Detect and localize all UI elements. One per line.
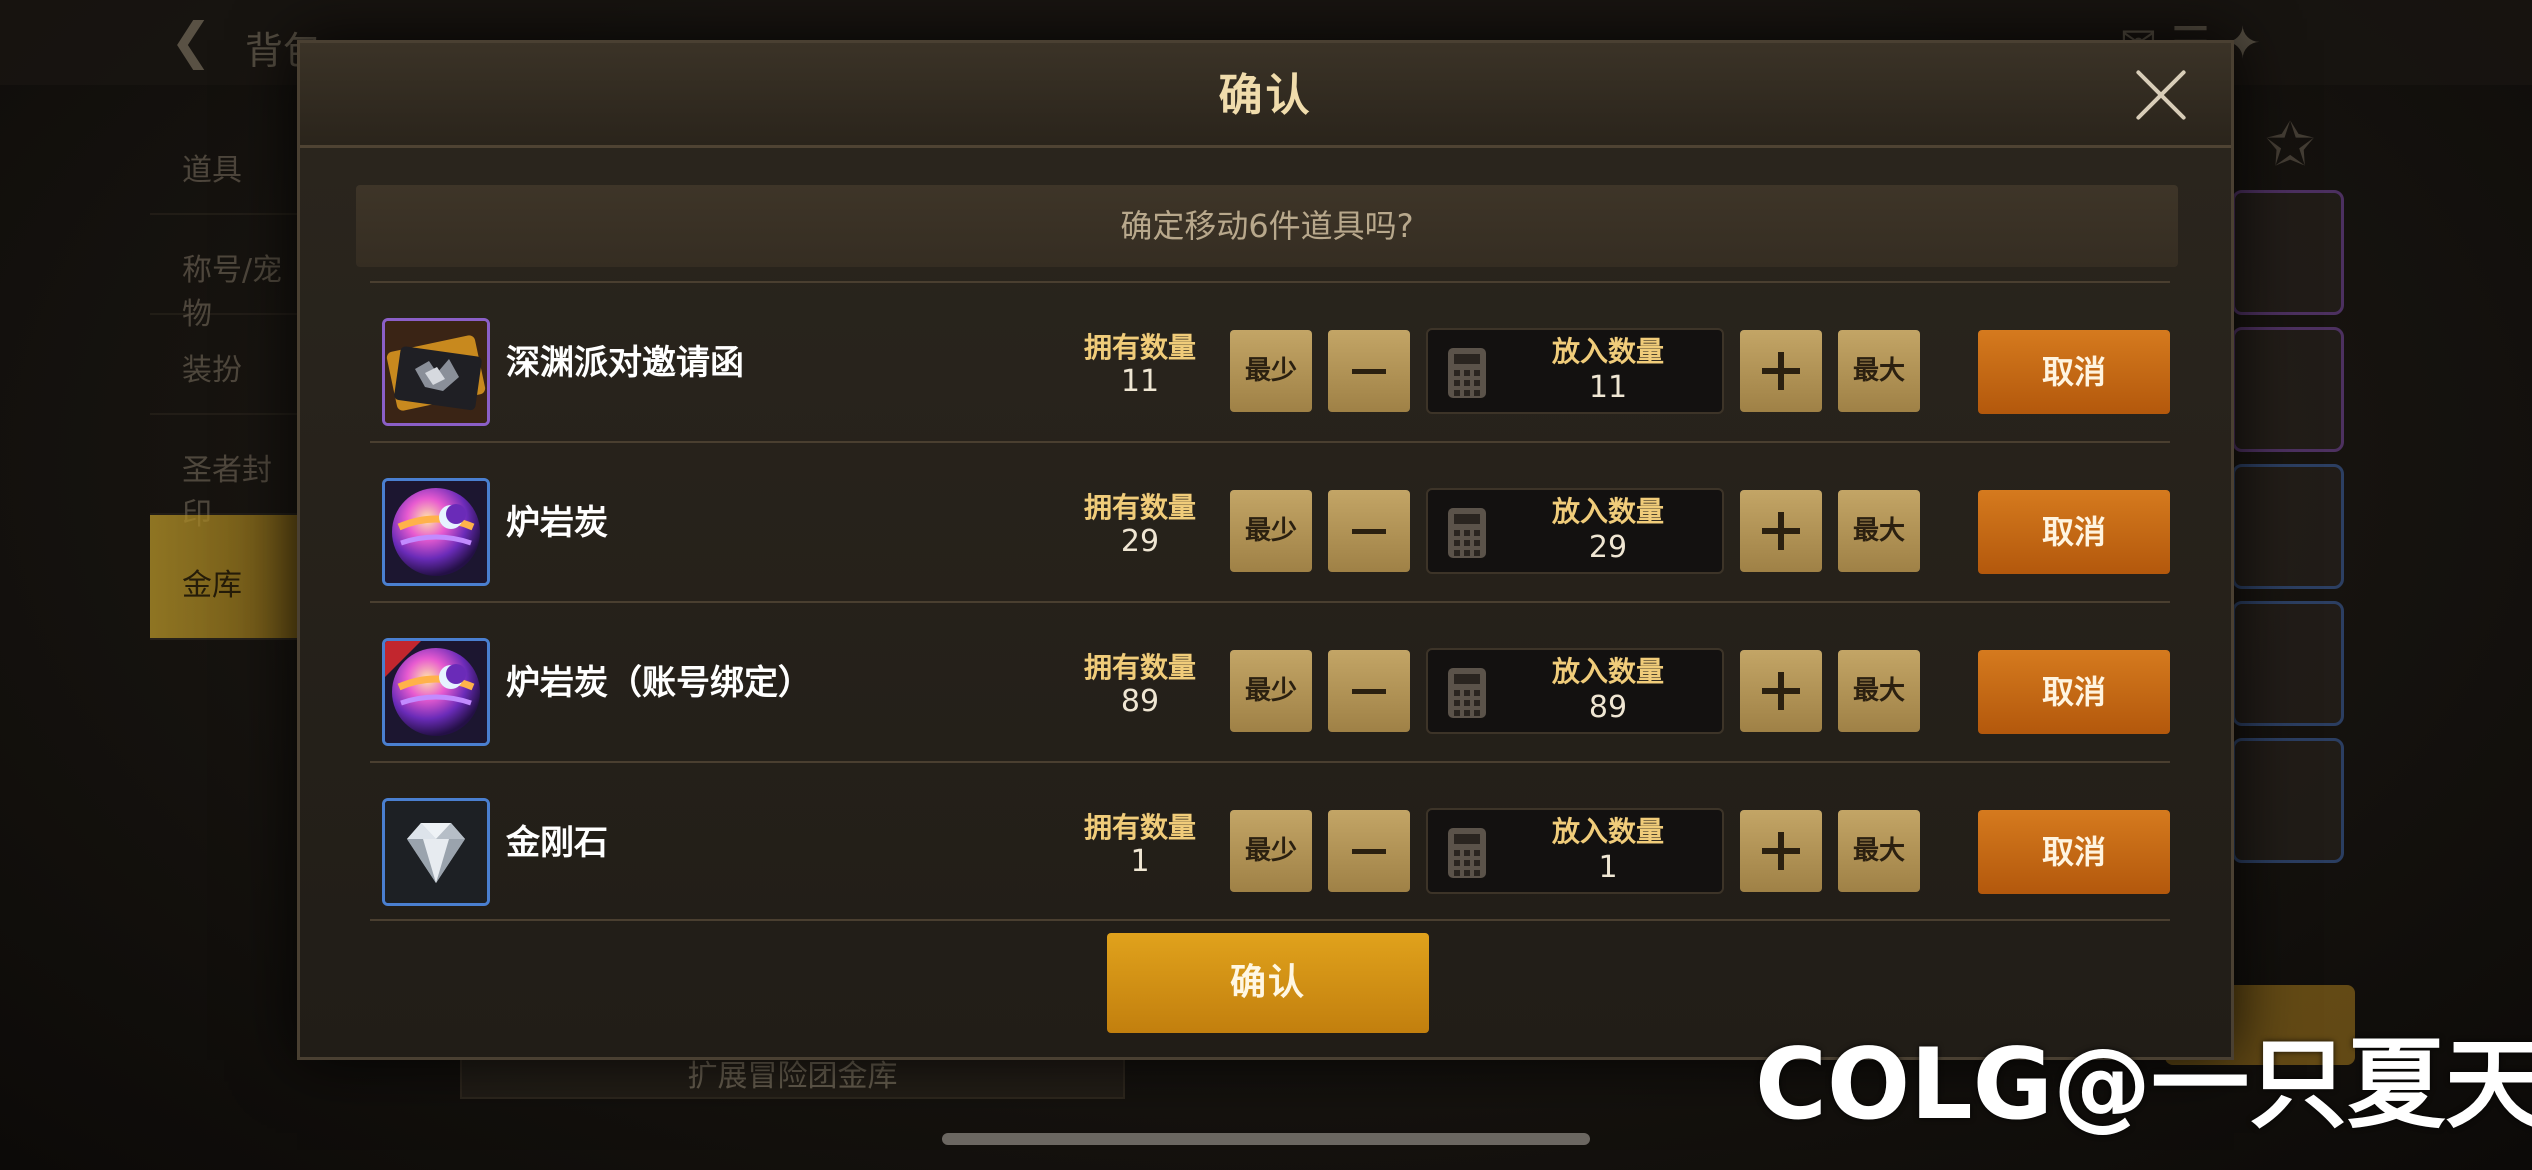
owned-count: 拥有数量 1 — [1070, 811, 1210, 879]
owned-label: 拥有数量 — [1083, 331, 1196, 364]
cancel-button[interactable]: 取消 — [1978, 810, 2170, 894]
min-button[interactable]: 最少 — [1230, 490, 1312, 572]
min-button[interactable]: 最少 — [1230, 810, 1312, 892]
put-label: 放入数量 — [1551, 335, 1664, 368]
dialog-prompt: 确定移动6件道具吗? — [356, 185, 2178, 267]
put-label: 放入数量 — [1551, 815, 1664, 848]
quantity-field[interactable]: 放入数量 1 — [1426, 808, 1724, 894]
put-value: 11 — [1588, 370, 1628, 405]
item-name: 炉岩炭（账号绑定） — [506, 663, 812, 703]
close-icon[interactable] — [2131, 65, 2191, 125]
confirm-button[interactable]: 确认 — [1107, 933, 1429, 1033]
list-item: 深渊派对邀请函 拥有数量 11 最少 放入数量 11 最大 取消 — [370, 281, 2170, 441]
put-value: 29 — [1588, 530, 1628, 565]
dialog-title: 确认 — [1218, 70, 1313, 121]
owned-value: 1 — [1130, 844, 1150, 879]
watermark: COLG@一只夏天 — [1755, 1028, 2532, 1142]
quantity-field[interactable]: 放入数量 89 — [1426, 648, 1724, 734]
owned-value: 29 — [1120, 524, 1160, 559]
expand-vault-bar[interactable]: 扩展冒险团金库 — [460, 1055, 1125, 1099]
list-item: 炉岩炭（账号绑定） 拥有数量 89 最少 放入数量 89 最大 取消 — [370, 601, 2170, 761]
item-name: 金刚石 — [506, 823, 608, 863]
min-button[interactable]: 最少 — [1230, 330, 1312, 412]
max-button[interactable]: 最大 — [1838, 490, 1920, 572]
calculator-icon[interactable] — [1448, 828, 1486, 878]
min-button[interactable]: 最少 — [1230, 650, 1312, 732]
game-screen: ❮ 背包 ✉ ☰ ✦ 道具 称号/宠物 装扮 圣者封印 金库 扩展冒险团金库 ✩… — [0, 0, 2532, 1170]
plus-button[interactable] — [1740, 650, 1822, 732]
owned-label: 拥有数量 — [1083, 811, 1196, 844]
plus-button[interactable] — [1740, 330, 1822, 412]
orb-icon — [382, 478, 490, 586]
owned-count: 拥有数量 11 — [1070, 331, 1210, 399]
max-button[interactable]: 最大 — [1838, 650, 1920, 732]
item-name: 深渊派对邀请函 — [506, 343, 744, 383]
calculator-icon[interactable] — [1448, 508, 1486, 558]
plus-button[interactable] — [1740, 810, 1822, 892]
grid-slot[interactable] — [2232, 327, 2344, 452]
sidebar-item-vault[interactable]: 金库 — [150, 515, 300, 640]
calculator-icon[interactable] — [1448, 348, 1486, 398]
cancel-button[interactable]: 取消 — [1978, 330, 2170, 414]
owned-value: 89 — [1120, 684, 1160, 719]
home-indicator[interactable] — [942, 1133, 1590, 1145]
list-item: 金刚石 拥有数量 1 最少 放入数量 1 最大 取消 — [370, 761, 2170, 921]
minus-button[interactable] — [1328, 490, 1410, 572]
item-name: 炉岩炭 — [506, 503, 608, 543]
quantity-field[interactable]: 放入数量 29 — [1426, 488, 1724, 574]
owned-count: 拥有数量 89 — [1070, 651, 1210, 719]
plus-button[interactable] — [1740, 490, 1822, 572]
sidebar-item-props[interactable]: 道具 — [150, 115, 300, 215]
max-button[interactable]: 最大 — [1838, 330, 1920, 412]
grid-slot[interactable] — [2232, 738, 2344, 863]
owned-count: 拥有数量 29 — [1070, 491, 1210, 559]
minus-button[interactable] — [1328, 650, 1410, 732]
sidebar-item-seal[interactable]: 圣者封印 — [150, 415, 300, 532]
invitation-card-icon — [382, 318, 490, 426]
cancel-button[interactable]: 取消 — [1978, 490, 2170, 574]
owned-label: 拥有数量 — [1083, 491, 1196, 524]
max-button[interactable]: 最大 — [1838, 810, 1920, 892]
confirm-dialog: 确认 确定移动6件道具吗? 深渊派对邀请函 拥有数量 11 最少 放入数量 11… — [297, 40, 2234, 1060]
calculator-icon[interactable] — [1448, 668, 1486, 718]
put-value: 89 — [1588, 690, 1628, 725]
list-item: 炉岩炭 拥有数量 29 最少 放入数量 29 最大 取消 — [370, 441, 2170, 601]
background-item-grid — [2232, 190, 2344, 875]
sidebar-item-titles[interactable]: 称号/宠物 — [150, 215, 300, 332]
cancel-button[interactable]: 取消 — [1978, 650, 2170, 734]
item-list: 深渊派对邀请函 拥有数量 11 最少 放入数量 11 最大 取消 炉岩炭 拥有数… — [370, 281, 2170, 921]
put-label: 放入数量 — [1551, 655, 1664, 688]
back-arrow-icon[interactable]: ❮ — [170, 12, 212, 70]
diamond-icon — [382, 798, 490, 906]
background-sidebar: 道具 称号/宠物 装扮 圣者封印 金库 — [150, 115, 300, 640]
minus-button[interactable] — [1328, 330, 1410, 412]
owned-value: 11 — [1120, 364, 1160, 399]
grid-slot[interactable] — [2232, 464, 2344, 589]
grid-slot[interactable] — [2232, 190, 2344, 315]
put-value: 1 — [1598, 850, 1618, 885]
put-label: 放入数量 — [1551, 495, 1664, 528]
star-icon[interactable]: ✩ — [2265, 110, 2315, 180]
owned-label: 拥有数量 — [1083, 651, 1196, 684]
minus-button[interactable] — [1328, 810, 1410, 892]
sidebar-item-costume[interactable]: 装扮 — [150, 315, 300, 415]
quantity-field[interactable]: 放入数量 11 — [1426, 328, 1724, 414]
orb-bound-icon — [382, 638, 490, 746]
grid-slot[interactable] — [2232, 601, 2344, 726]
